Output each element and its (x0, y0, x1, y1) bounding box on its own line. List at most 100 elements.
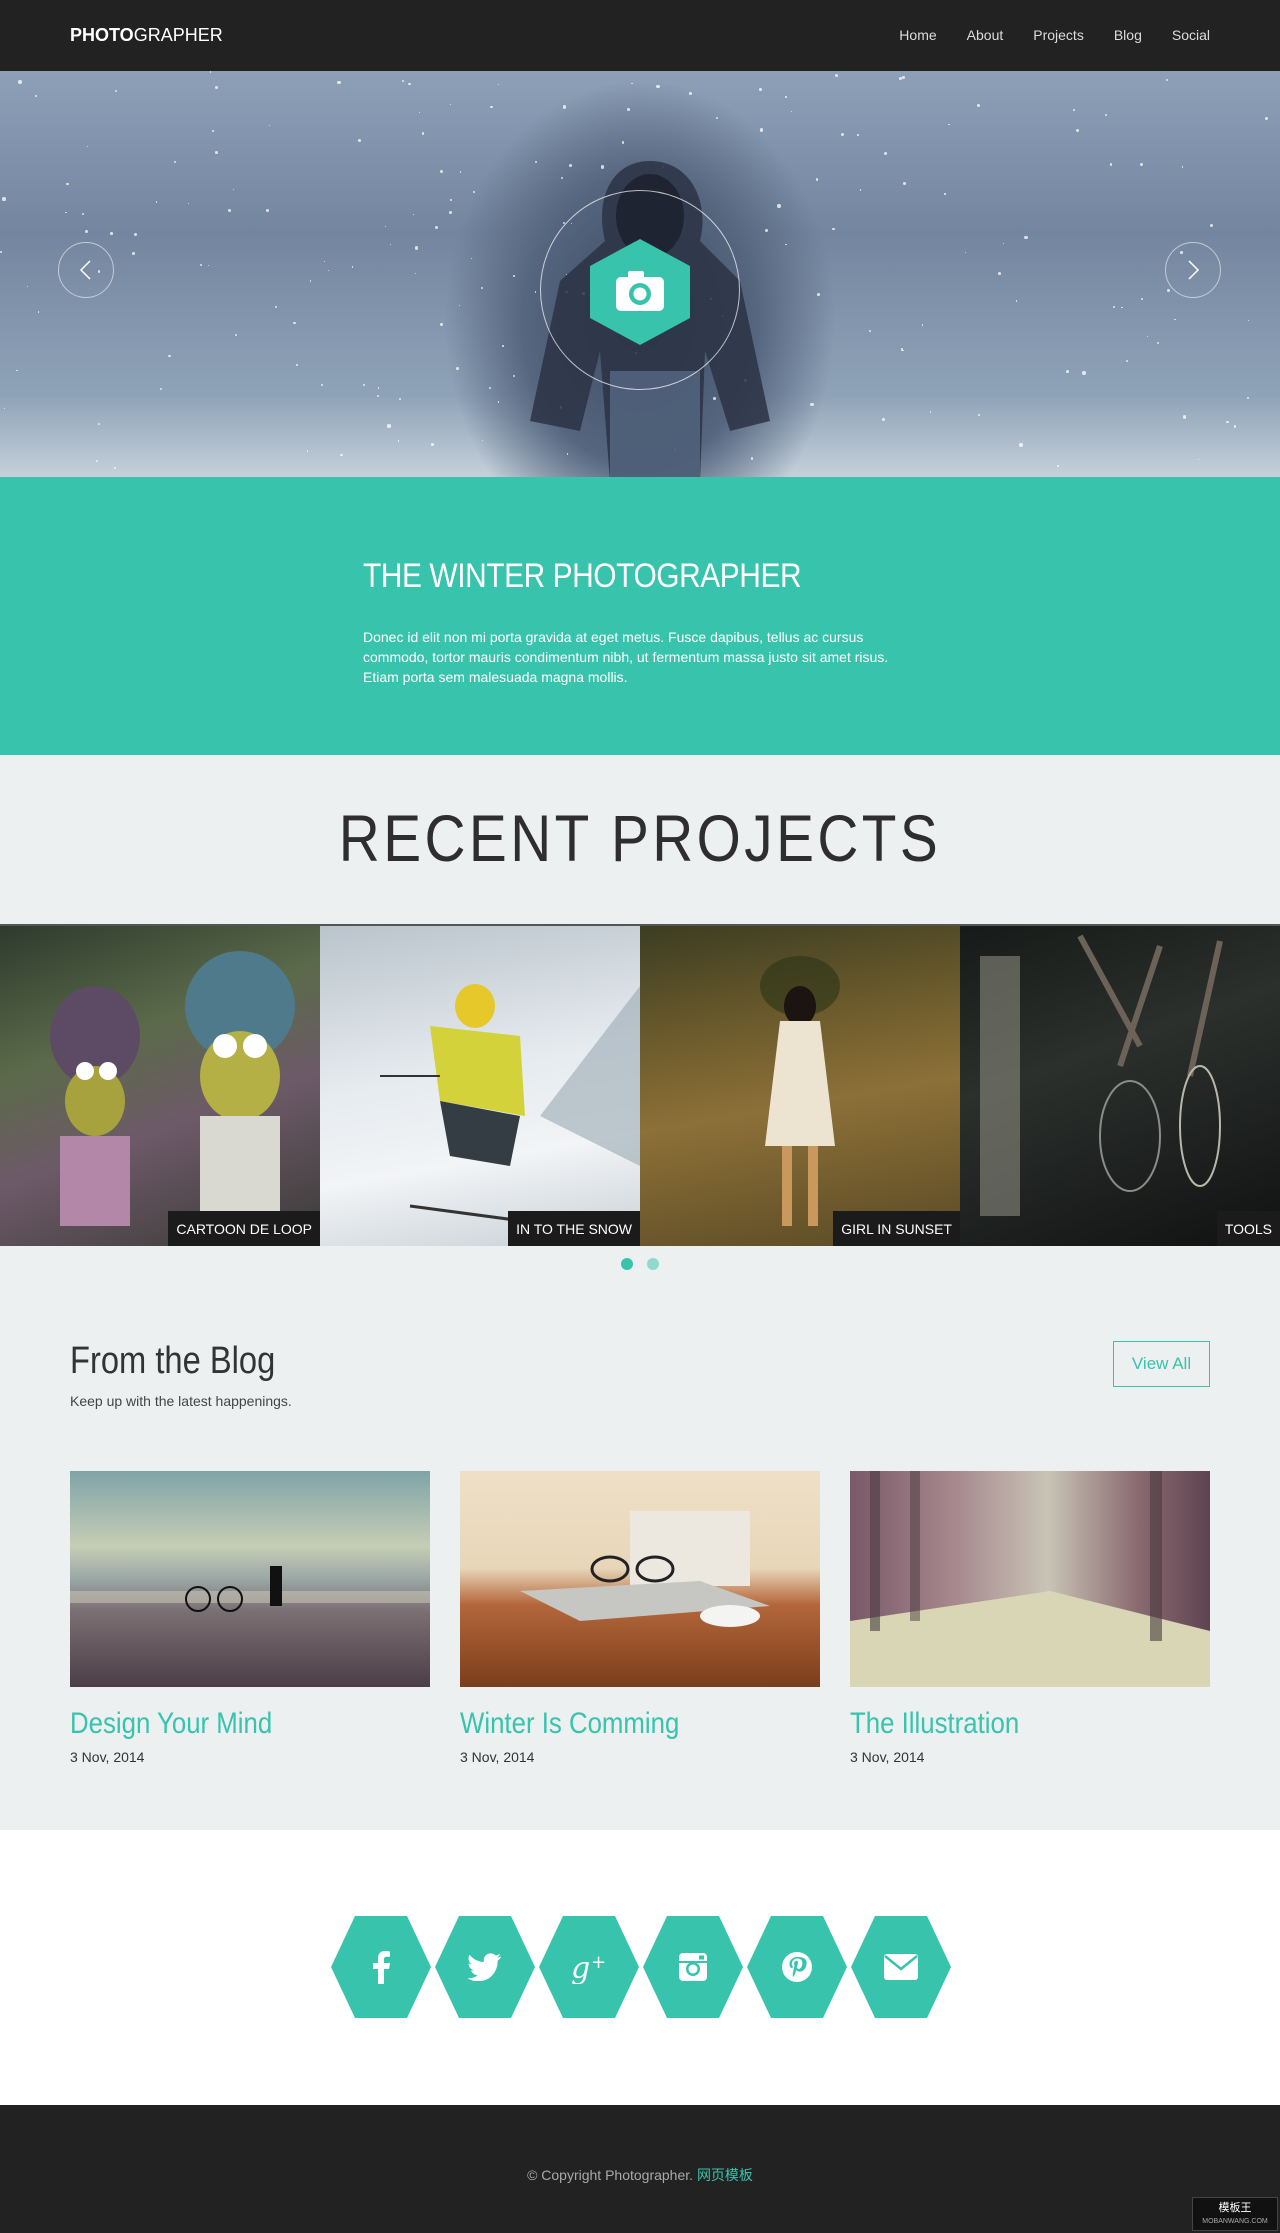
snow-flake (948, 123, 950, 126)
google-plus-icon: g + (571, 1951, 606, 1984)
snow-flake (921, 324, 924, 327)
view-all-button[interactable]: View All (1113, 1341, 1210, 1387)
snow-flake (387, 424, 391, 428)
blog-post-title[interactable]: The Illustration (850, 1707, 1160, 1741)
snow-flake (215, 85, 219, 90)
snow-flake (306, 450, 309, 453)
snow-flake (449, 199, 452, 202)
snow-flake (810, 402, 814, 407)
pagination-dot[interactable] (647, 1258, 659, 1270)
pinterest-icon (782, 1952, 812, 1982)
snow-flake (977, 104, 980, 108)
project-caption: GIRL IN SUNSET (833, 1211, 960, 1246)
snow-flake (1182, 415, 1187, 419)
social-section: g + (0, 1830, 1280, 2105)
nav-item-about[interactable]: About (967, 27, 1004, 43)
snow-flake (448, 211, 452, 214)
email-link[interactable] (850, 1915, 952, 2019)
snow-flake (168, 354, 171, 358)
project-card[interactable]: TOOLS (960, 926, 1280, 1246)
snow-flake (1140, 162, 1144, 166)
pinterest-link[interactable] (746, 1915, 848, 2019)
twitter-link[interactable] (434, 1915, 536, 2019)
blog-post-card: Winter Is Comming 3 Nov, 2014 (460, 1471, 820, 1765)
social-links: g + (330, 1915, 952, 2019)
snow-flake (1226, 420, 1229, 424)
slider-next-button[interactable] (1165, 242, 1221, 298)
snow-flake (351, 266, 354, 268)
snow-flake (227, 208, 231, 212)
slider-prev-button[interactable] (58, 242, 114, 298)
snow-flake (234, 334, 237, 336)
snow-flake (459, 305, 461, 307)
snow-flake (440, 323, 443, 326)
facebook-link[interactable] (330, 1915, 432, 2019)
projects-grid: CARTOON DE LOOP IN TO THE SNOW GIRL IN S… (0, 924, 1280, 1246)
snow-flake (320, 383, 323, 386)
blog-post-image[interactable] (850, 1471, 1210, 1687)
intro-section: THE WINTER PHOTOGRAPHER Donec id elit no… (0, 477, 1280, 755)
snow-flake (1156, 342, 1159, 345)
google-plus-link[interactable]: g + (538, 1915, 640, 2019)
snow-flake (309, 279, 312, 282)
blog-post-illustration (70, 1566, 430, 1612)
project-card[interactable]: GIRL IN SUNSET (640, 926, 960, 1246)
nav-item-social[interactable]: Social (1172, 27, 1210, 43)
snow-flake (439, 170, 443, 174)
snow-flake (832, 227, 835, 230)
project-caption: IN TO THE SNOW (508, 1211, 640, 1246)
snow-flake (481, 286, 484, 290)
snow-flake (563, 105, 567, 109)
snow-flake (3, 407, 6, 410)
snow-flake (1057, 464, 1060, 467)
snow-flake (323, 260, 325, 262)
snow-flake (689, 92, 693, 95)
snow-flake (418, 111, 420, 114)
snow-flake (1247, 396, 1249, 399)
snow-flake (626, 108, 630, 111)
snow-flake (397, 440, 400, 442)
site-logo[interactable]: PHOTOGRAPHER (70, 25, 223, 46)
blog-post-title[interactable]: Winter Is Comming (460, 1707, 770, 1741)
snow-flake (327, 269, 329, 271)
svg-text:g: g (571, 1951, 590, 1984)
snow-flake (1181, 166, 1184, 168)
snow-flake (114, 467, 117, 470)
snow-flake (1113, 305, 1116, 309)
nav-item-blog[interactable]: Blog (1114, 27, 1142, 43)
project-caption: CARTOON DE LOOP (168, 1211, 320, 1246)
snow-flake (868, 329, 871, 332)
snow-flake (1024, 235, 1028, 240)
project-card[interactable]: CARTOON DE LOOP (0, 926, 320, 1246)
pagination-dot-active[interactable] (621, 1258, 633, 1270)
projects-pagination (0, 1258, 1280, 1270)
snow-flake (1019, 443, 1023, 447)
blog-post-card: The Illustration 3 Nov, 2014 (850, 1471, 1210, 1765)
snow-flake (884, 151, 888, 155)
instagram-link[interactable] (642, 1915, 744, 2019)
snow-flake (902, 76, 906, 80)
snow-flake (840, 132, 845, 137)
blog-post-date: 3 Nov, 2014 (460, 1749, 535, 1765)
nav-item-projects[interactable]: Projects (1033, 27, 1084, 43)
snow-flake (159, 388, 162, 391)
snow-flake (26, 285, 28, 288)
footer-link[interactable]: 网页模板 (697, 2167, 753, 2183)
instagram-icon (679, 1953, 707, 1981)
snow-flake (1140, 298, 1143, 301)
snow-flake (1167, 289, 1171, 292)
snow-flake (1121, 306, 1123, 308)
blog-post-title[interactable]: Design Your Mind (70, 1707, 380, 1741)
blog-post-image[interactable] (460, 1471, 820, 1687)
snow-flake (470, 257, 472, 259)
snow-flake (1125, 359, 1129, 362)
snow-flake (268, 124, 270, 126)
svg-text:+: + (591, 1952, 606, 1973)
project-card[interactable]: IN TO THE SNOW (320, 926, 640, 1246)
nav-item-home[interactable]: Home (899, 27, 936, 43)
snow-flake (903, 181, 907, 185)
snow-flake (835, 74, 839, 78)
blog-post-image[interactable] (70, 1471, 430, 1687)
facebook-icon (373, 1951, 390, 1984)
snow-flake (1198, 458, 1200, 461)
